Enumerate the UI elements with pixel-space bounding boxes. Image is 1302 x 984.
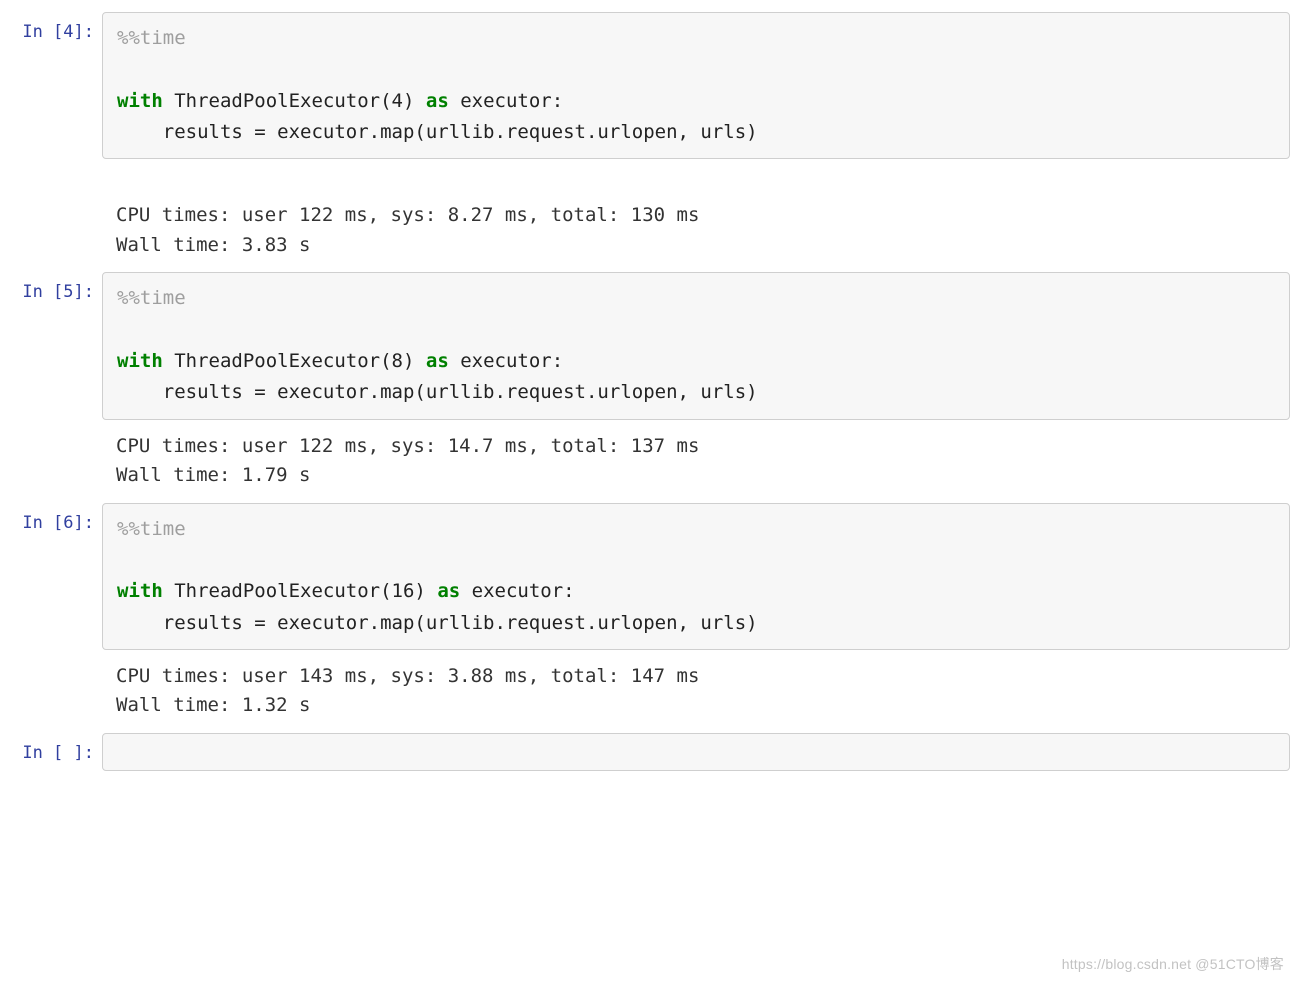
input-prompt-empty: In [ ]: bbox=[12, 733, 102, 771]
keyword-as: as bbox=[437, 580, 460, 602]
code-cell: In [5]: %%time with ThreadPoolExecutor(8… bbox=[12, 272, 1290, 419]
code-input[interactable]: %%time with ThreadPoolExecutor(8) as exe… bbox=[102, 272, 1290, 419]
output-cell: CPU times: user 143 ms, sys: 3.88 ms, to… bbox=[12, 654, 1290, 729]
keyword-with: with bbox=[117, 580, 163, 602]
code-line: results = executor.map(urllib.request.ur… bbox=[117, 612, 758, 634]
keyword-with: with bbox=[117, 350, 163, 372]
code-fn: ThreadPoolExecutor(16) bbox=[163, 580, 438, 602]
code-fn: ThreadPoolExecutor(8) bbox=[163, 350, 426, 372]
output-line: Wall time: 3.83 s bbox=[116, 234, 310, 256]
code-rest: executor: bbox=[449, 350, 563, 372]
output-prompt-spacer bbox=[12, 424, 102, 499]
code-cell: In [6]: %%time with ThreadPoolExecutor(1… bbox=[12, 503, 1290, 650]
input-prompt: In [6]: bbox=[12, 503, 102, 650]
gap bbox=[12, 163, 1290, 193]
output-line: Wall time: 1.79 s bbox=[116, 464, 310, 486]
input-prompt: In [4]: bbox=[12, 12, 102, 159]
code-input[interactable]: %%time with ThreadPoolExecutor(16) as ex… bbox=[102, 503, 1290, 650]
output-line: CPU times: user 143 ms, sys: 3.88 ms, to… bbox=[116, 665, 699, 687]
output-prompt-spacer bbox=[12, 193, 102, 268]
keyword-as: as bbox=[426, 90, 449, 112]
magic-command: %%time bbox=[117, 27, 186, 49]
code-line: results = executor.map(urllib.request.ur… bbox=[117, 121, 758, 143]
code-output: CPU times: user 122 ms, sys: 8.27 ms, to… bbox=[102, 193, 1290, 268]
code-input-empty[interactable] bbox=[102, 733, 1290, 771]
magic-command: %%time bbox=[117, 287, 186, 309]
watermark-text: https://blog.csdn.net @51CTO博客 bbox=[1062, 954, 1284, 974]
input-prompt: In [5]: bbox=[12, 272, 102, 419]
output-prompt-spacer bbox=[12, 654, 102, 729]
output-line: Wall time: 1.32 s bbox=[116, 694, 310, 716]
code-cell-empty: In [ ]: bbox=[12, 733, 1290, 771]
magic-command: %%time bbox=[117, 518, 186, 540]
code-input[interactable]: %%time with ThreadPoolExecutor(4) as exe… bbox=[102, 12, 1290, 159]
code-rest: executor: bbox=[449, 90, 563, 112]
code-line: results = executor.map(urllib.request.ur… bbox=[117, 381, 758, 403]
output-line: CPU times: user 122 ms, sys: 14.7 ms, to… bbox=[116, 435, 699, 457]
keyword-as: as bbox=[426, 350, 449, 372]
code-cell: In [4]: %%time with ThreadPoolExecutor(4… bbox=[12, 12, 1290, 159]
output-line: CPU times: user 122 ms, sys: 8.27 ms, to… bbox=[116, 204, 699, 226]
keyword-with: with bbox=[117, 90, 163, 112]
output-cell: CPU times: user 122 ms, sys: 8.27 ms, to… bbox=[12, 193, 1290, 268]
code-fn: ThreadPoolExecutor(4) bbox=[163, 90, 426, 112]
code-output: CPU times: user 143 ms, sys: 3.88 ms, to… bbox=[102, 654, 1290, 729]
code-output: CPU times: user 122 ms, sys: 14.7 ms, to… bbox=[102, 424, 1290, 499]
code-rest: executor: bbox=[460, 580, 574, 602]
output-cell: CPU times: user 122 ms, sys: 14.7 ms, to… bbox=[12, 424, 1290, 499]
